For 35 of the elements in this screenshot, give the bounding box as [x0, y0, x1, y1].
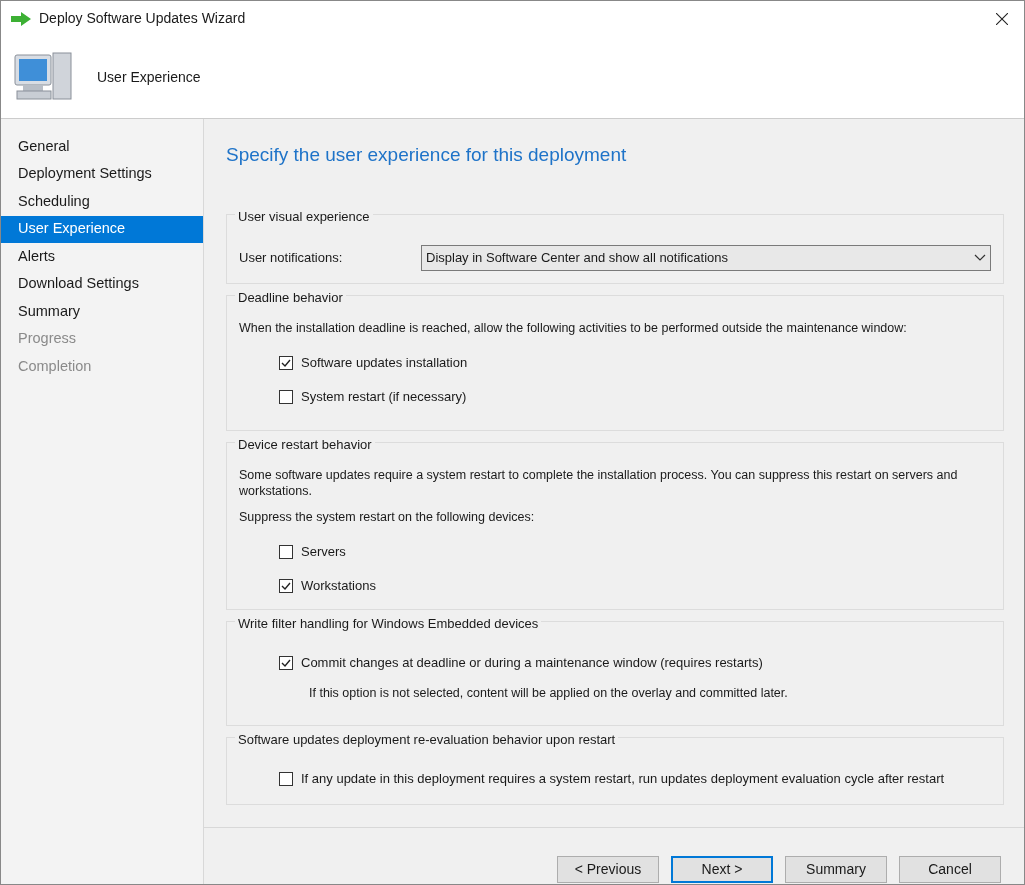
checkbox-label: Workstations [301, 576, 376, 595]
wizard-button[interactable]: Cancel [899, 856, 1001, 883]
notifications-dropdown[interactable]: Display in Software Center and show all notifications [421, 244, 991, 271]
checkbox-label: Commit changes at deadline or during a maintenance window (requires restarts) [301, 653, 763, 672]
checkbox[interactable] [279, 771, 293, 786]
sidebar-item[interactable]: Deployment Settings [1, 160, 203, 188]
wizard-button[interactable]: < Previous [557, 856, 659, 883]
checkbox-label: Software updates installation [301, 353, 468, 372]
page-heading: Specify the user experience for this deployment [226, 143, 628, 167]
checkbox[interactable] [279, 355, 293, 370]
sidebar-item[interactable]: Download Settings [1, 270, 203, 298]
checkbox[interactable] [279, 578, 293, 593]
checkbox-label: Servers [301, 542, 346, 561]
checkbox[interactable] [279, 544, 293, 559]
window-title: Deploy Software Updates Wizard [39, 9, 246, 28]
description-text: Suppress the system restart on the following devices: [239, 508, 536, 525]
sidebar-item[interactable]: Alerts [1, 243, 203, 271]
header-title: User Experience [97, 67, 201, 87]
wizard-button[interactable]: Summary [785, 856, 887, 883]
description-text: When the installation deadline is reached, allow the following activities to be performed outside the maintenance window: [239, 319, 908, 336]
chevron-down-icon [974, 253, 986, 262]
checkbox[interactable] [279, 389, 293, 404]
sidebar-item[interactable]: General [1, 133, 203, 161]
checkbox[interactable] [279, 655, 293, 670]
sidebar-item[interactable]: User Experience [1, 215, 203, 243]
sidebar-item[interactable]: Scheduling [1, 188, 203, 216]
field-label: User notifications: [239, 248, 344, 267]
note-text: If this option is not selected, content will be applied on the overlay and committed later. [309, 684, 789, 702]
sidebar-item[interactable]: Summary [1, 298, 203, 326]
wizard-button[interactable]: Next > [671, 856, 773, 883]
description-text: Some software updates require a system restart to complete the installation process. You can suppress this restart on servers and workstations. [239, 466, 959, 499]
close-icon[interactable] [996, 12, 1008, 25]
checkbox-label: If any update in this deployment requires a system restart, run updates deployment evaluation cycle after restart [301, 769, 945, 788]
arrow-right-icon [11, 11, 31, 26]
checkbox-label: System restart (if necessary) [301, 387, 467, 406]
